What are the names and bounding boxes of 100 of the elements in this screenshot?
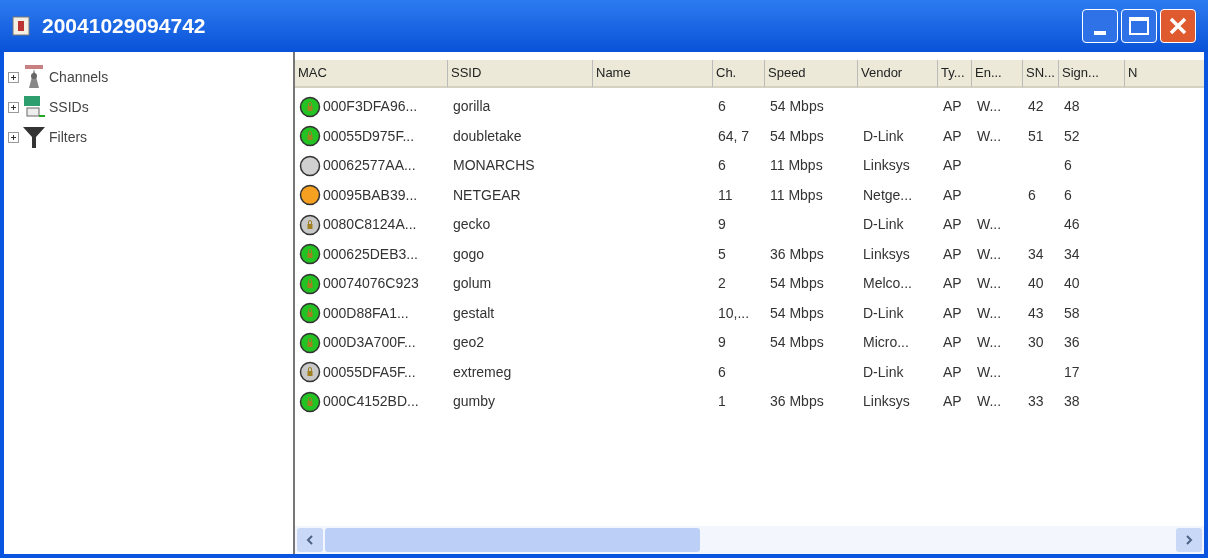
- table-cell-text: gorilla: [453, 97, 491, 117]
- table-cell-text: 54 Mbps: [770, 97, 824, 117]
- table-cell-text: AP: [943, 185, 962, 205]
- column-header[interactable]: Speed: [765, 60, 858, 88]
- scrollbar-thumb[interactable]: [325, 528, 700, 552]
- table-cell-text: 000D3A700F...: [323, 333, 416, 353]
- table-cell-text: 2: [718, 274, 726, 294]
- column-header[interactable]: En...: [972, 60, 1023, 88]
- column-header[interactable]: N: [1125, 60, 1204, 88]
- table-cell-text: 36: [1064, 333, 1080, 353]
- table-cell-text: 0080C8124A...: [323, 215, 417, 235]
- table-cell-text: 6: [1064, 185, 1072, 205]
- table-cell-text: 6: [1064, 156, 1072, 176]
- close-icon: [1168, 16, 1188, 36]
- table-cell-text: AP: [943, 392, 962, 412]
- table-cell-text: W...: [977, 362, 1002, 382]
- table-cell-text: 00062577AA...: [323, 156, 416, 176]
- table-cell-text: gumby: [453, 392, 496, 412]
- tree-item[interactable]: Filters: [49, 126, 88, 148]
- table-cell-text: W...: [977, 97, 1002, 117]
- table-cell-text: 54 Mbps: [770, 274, 824, 294]
- tree-item[interactable]: Channels: [49, 66, 109, 88]
- minimize-button[interactable]: [1082, 9, 1118, 43]
- filter-icon: [21, 124, 47, 150]
- table-cell-text: Linksys: [863, 244, 910, 264]
- column-header[interactable]: Vendor: [858, 60, 938, 88]
- table-cell-text: W...: [977, 274, 1002, 294]
- table-cell-text: 11: [718, 185, 733, 205]
- table-cell-text: 6: [718, 97, 726, 117]
- expand-icon[interactable]: [8, 101, 19, 113]
- table-cell-text: NETGEAR: [453, 185, 521, 205]
- column-header[interactable]: Ch.: [713, 60, 765, 88]
- table-cell-text: 6: [718, 362, 726, 382]
- table-cell-text: 34: [1028, 244, 1044, 264]
- table-cell-text: 54 Mbps: [770, 126, 824, 146]
- table-cell-text: 42: [1028, 97, 1044, 117]
- scroll-left-button[interactable]: [297, 528, 323, 552]
- table-cell-text: 000D88FA1...: [323, 303, 409, 323]
- table-cell-text: 36 Mbps: [770, 244, 824, 264]
- table-cell-text: 43: [1028, 303, 1044, 323]
- table-cell-text: 30: [1028, 333, 1044, 353]
- table-cell-text: 000625DEB3...: [323, 244, 418, 264]
- table-cell-text: 00074076C923: [323, 274, 419, 294]
- table-cell-text: D-Link: [863, 126, 904, 146]
- table-cell-text: W...: [977, 126, 1002, 146]
- horizontal-scrollbar[interactable]: [295, 526, 1204, 554]
- document-icon: [12, 16, 30, 36]
- table-cell-text: AP: [943, 156, 962, 176]
- minimize-icon: [1094, 31, 1106, 35]
- table-cell-text: doubletake: [453, 126, 522, 146]
- expand-icon[interactable]: [8, 71, 19, 83]
- table-cell-text: 10,...: [718, 303, 750, 323]
- table-cell-text: 51: [1028, 126, 1044, 146]
- table-cell-text: W...: [977, 244, 1002, 264]
- table-cell-text: 40: [1064, 274, 1080, 294]
- table-cell-text: D-Link: [863, 303, 904, 323]
- table-cell-text: 6: [1028, 185, 1036, 205]
- table-cell-text: W...: [977, 333, 1002, 353]
- scroll-right-button[interactable]: [1176, 528, 1202, 552]
- column-header[interactable]: SN...: [1023, 60, 1059, 88]
- tree-item[interactable]: SSIDs: [49, 96, 89, 118]
- table-cell-text: 5: [718, 244, 726, 264]
- table-cell-text: 54 Mbps: [770, 303, 824, 323]
- table-cell-text: 11 Mbps: [770, 185, 823, 205]
- table-cell-text: gecko: [453, 215, 491, 235]
- table-cell-text: 00055D975F...: [323, 126, 415, 146]
- table-cell-text: Netge...: [863, 185, 913, 205]
- table-cell-text: D-Link: [863, 362, 904, 382]
- table-cell-text: gestalt: [453, 303, 495, 323]
- column-header[interactable]: MAC: [295, 60, 448, 88]
- table-cell-text: extremeg: [453, 362, 512, 382]
- column-header[interactable]: SSID: [448, 60, 593, 88]
- column-header[interactable]: Name: [593, 60, 713, 88]
- table-cell-text: 64, 7: [718, 126, 750, 146]
- table-cell-text: W...: [977, 392, 1002, 412]
- table-cell-text: AP: [943, 215, 962, 235]
- expand-icon[interactable]: [8, 131, 19, 143]
- table-cell-text: 58: [1064, 303, 1080, 323]
- table-cell-text: Linksys: [863, 156, 910, 176]
- column-header[interactable]: Ty...: [938, 60, 972, 88]
- table-cell-text: gogo: [453, 244, 485, 264]
- table-cell-text: AP: [943, 244, 962, 264]
- table-cell-text: AP: [943, 362, 962, 382]
- table-cell-text: MONARCHS: [453, 156, 535, 176]
- table-cell-text: 34: [1064, 244, 1080, 264]
- table-cell-text: 54 Mbps: [770, 333, 824, 353]
- table-cell-text: Linksys: [863, 392, 910, 412]
- table-cell-text: 36 Mbps: [770, 392, 824, 412]
- column-header[interactable]: Sign...: [1059, 60, 1125, 88]
- close-button[interactable]: [1160, 9, 1196, 43]
- table-cell-text: 000C4152BD...: [323, 392, 419, 412]
- maximize-button[interactable]: [1121, 9, 1157, 43]
- table-cell-text: Melco...: [863, 274, 912, 294]
- table-cell-text: 38: [1064, 392, 1080, 412]
- table-cell-text: 6: [718, 156, 726, 176]
- table-cell-text: 48: [1064, 97, 1080, 117]
- table-cell-text: geo2: [453, 333, 485, 353]
- maximize-icon: [1129, 17, 1149, 35]
- table-cell-text: 52: [1064, 126, 1080, 146]
- table-cell-text: 000F3DFA96...: [323, 97, 418, 117]
